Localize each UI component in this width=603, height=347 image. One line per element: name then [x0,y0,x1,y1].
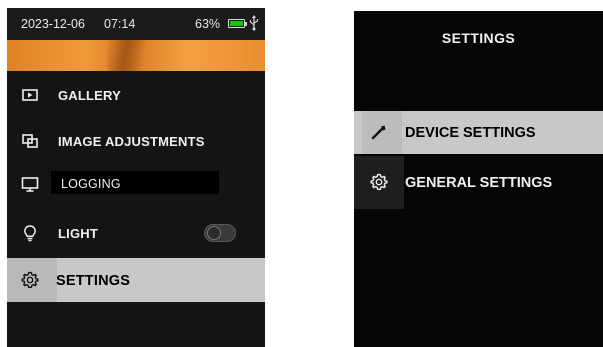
main-menu-screen: 2023-12-06 07:14 63% GALLERY IMAGE ADJUS… [7,8,265,347]
menu-item-settings[interactable]: SETTINGS [7,258,265,302]
status-date: 2023-12-06 [21,17,85,31]
menu-item-label: LIGHT [58,226,98,241]
gallery-icon [22,89,38,101]
thermal-preview-strip [7,40,265,71]
menu-item-light[interactable]: LIGHT [7,214,265,252]
menu-item-image-adjustments[interactable]: IMAGE ADJUSTMENTS [7,122,265,160]
menu-item-gallery[interactable]: GALLERY [7,76,265,114]
usb-icon [249,15,259,31]
light-toggle[interactable] [204,224,236,242]
wrench-icon [371,125,386,140]
battery-percent: 63% [195,17,221,31]
menu-item-label: GENERAL SETTINGS [405,175,553,191]
settings-screen: SETTINGS DEVICE SETTINGS GENERAL SETTING… [354,11,603,347]
menu-item-label: IMAGE ADJUSTMENTS [58,134,205,149]
menu-item-label: LOGGING [61,177,121,191]
page-title: SETTINGS [441,30,516,46]
menu-item-device-settings[interactable]: DEVICE SETTINGS [354,111,603,154]
gear-icon [21,271,39,288]
lightbulb-icon [24,225,36,242]
menu-item-label: DEVICE SETTINGS [405,125,536,141]
menu-item-label: SETTINGS [56,273,131,289]
menu-item-logging[interactable]: LOGGING [7,165,265,203]
status-bar: 2023-12-06 07:14 63% [7,8,265,40]
status-time: 07:14 [104,17,136,31]
battery-icon [228,19,247,28]
image-adjustments-icon [22,134,38,148]
menu-item-label: GALLERY [58,88,122,103]
monitor-icon [21,177,39,192]
menu-item-general-settings[interactable]: GENERAL SETTINGS [354,156,603,209]
gear-icon [370,173,388,190]
